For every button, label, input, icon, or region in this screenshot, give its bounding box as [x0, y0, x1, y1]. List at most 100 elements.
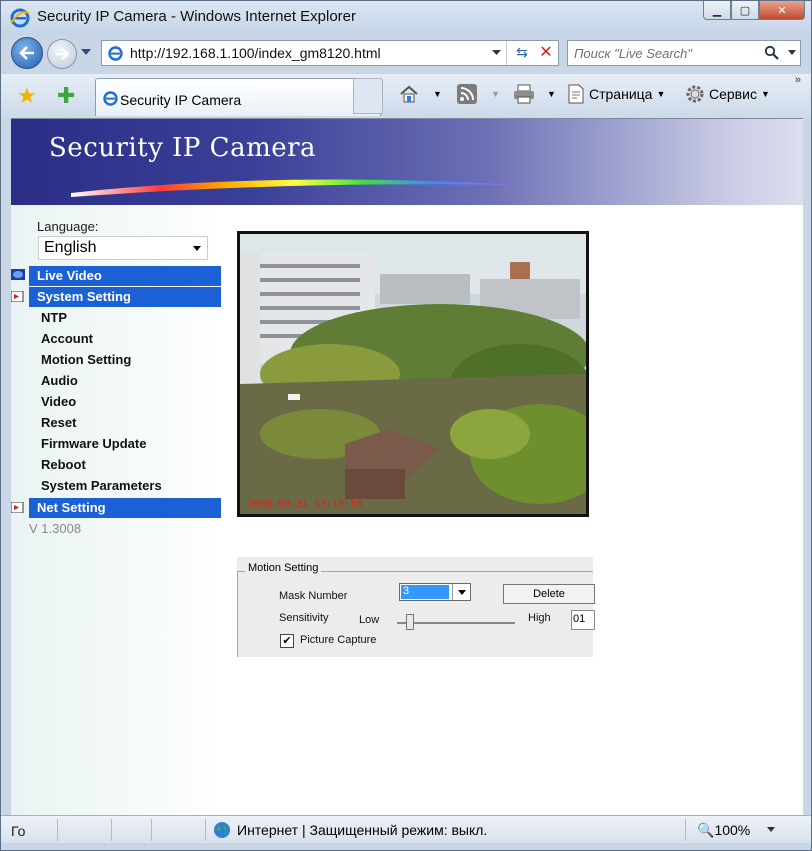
status-separator — [57, 819, 58, 841]
print-dropdown-icon[interactable]: ▼ — [547, 89, 556, 99]
search-box[interactable]: Поиск "Live Search" — [567, 40, 801, 66]
status-text: Го — [11, 823, 26, 839]
header-banner: Security IP Camera — [11, 119, 803, 205]
picture-capture-checkbox[interactable]: ✔ — [280, 634, 294, 648]
address-url[interactable]: http://192.168.1.100/index_gm8120.html — [130, 45, 381, 61]
submenu-reset[interactable]: Reset — [41, 415, 76, 430]
close-icon: ✕ — [777, 4, 787, 17]
rss-feed-icon — [457, 84, 477, 104]
submenu-motion-setting[interactable]: Motion Setting — [41, 352, 131, 367]
window-controls: ▁ ▢ ✕ — [703, 1, 805, 21]
tab-ie-icon — [103, 91, 118, 106]
gear-icon — [686, 85, 704, 103]
zoom-dropdown-icon[interactable] — [767, 827, 775, 832]
sensitivity-label: Sensitivity — [279, 612, 329, 624]
arrow-right-icon — [11, 291, 24, 302]
address-dropdown-icon[interactable] — [492, 50, 501, 55]
submenu-firmware-update[interactable]: Firmware Update — [41, 436, 146, 451]
live-camera-feed[interactable]: 2008-09-21 17:10:50 — [237, 231, 589, 517]
status-separator — [111, 819, 112, 841]
menu-live-video[interactable]: Live Video — [29, 266, 221, 286]
menu-net-setting[interactable]: Net Setting — [29, 498, 221, 518]
sidebar: Language: English Live Video System Sett… — [11, 205, 221, 816]
new-tab-button[interactable] — [353, 78, 383, 114]
firmware-version: V 1.3008 — [29, 521, 82, 536]
tools-dropdown-icon: ▼ — [760, 89, 770, 99]
forward-arrow-icon — [56, 48, 69, 60]
menu-system-setting[interactable]: System Setting — [29, 287, 221, 307]
search-placeholder[interactable]: Поиск "Live Search" — [574, 46, 692, 61]
banner-title: Security IP Camera — [49, 133, 317, 163]
sensitivity-low-label: Low — [359, 614, 380, 626]
browser-window: Security IP Camera - Windows Internet Ex… — [0, 0, 812, 851]
chevron-down-icon — [452, 584, 470, 600]
page-menu-label: Страница — [589, 86, 653, 102]
submenu-audio[interactable]: Audio — [41, 373, 78, 388]
language-value: English — [44, 239, 97, 256]
favorites-star-icon[interactable]: ★ — [17, 83, 37, 109]
home-icon — [400, 85, 418, 103]
motion-setting-legend: Motion Setting — [245, 562, 322, 574]
search-icon[interactable] — [764, 45, 780, 61]
recent-pages-dropdown-icon[interactable] — [81, 49, 91, 55]
globe-icon — [214, 822, 230, 838]
sensitivity-value-field[interactable]: 01 — [571, 610, 595, 630]
forward-button[interactable] — [47, 39, 77, 69]
checkmark-icon: ✔ — [282, 635, 292, 647]
back-button[interactable] — [11, 37, 43, 69]
minimize-button[interactable]: ▁ — [703, 1, 731, 20]
toolbar-overflow-chevron-icon[interactable]: » — [795, 74, 801, 86]
home-dropdown-icon[interactable]: ▼ — [433, 89, 442, 99]
sensitivity-slider-track[interactable] — [397, 622, 515, 624]
delete-mask-button[interactable]: Delete — [503, 584, 595, 604]
home-button[interactable]: ▼ — [399, 84, 442, 104]
video-camera-icon — [11, 269, 25, 280]
feeds-dropdown-icon[interactable]: ▼ — [491, 89, 500, 99]
picture-capture-label: Picture Capture — [300, 634, 377, 646]
mask-number-select[interactable]: 3 — [399, 583, 471, 601]
page-menu[interactable]: Страница ▼ — [567, 84, 665, 104]
page-viewport: Security IP Camera Language: English Liv… — [11, 118, 803, 816]
maximize-button[interactable]: ▢ — [731, 1, 759, 20]
title-bar: Security IP Camera - Windows Internet Ex… — [1, 1, 811, 35]
status-bar: Го Интернет | Защищенный режим: выкл. 🔍1… — [1, 815, 811, 843]
arrow-right-icon — [11, 502, 24, 513]
zoom-level[interactable]: 🔍100% — [697, 822, 750, 839]
zoom-value: 100% — [714, 822, 751, 838]
address-separator — [506, 41, 507, 65]
close-window-button[interactable]: ✕ — [759, 1, 805, 20]
page-dropdown-icon: ▼ — [656, 89, 666, 99]
address-bar[interactable]: http://192.168.1.100/index_gm8120.html ⇆… — [101, 40, 559, 66]
submenu-system-parameters[interactable]: System Parameters — [41, 478, 162, 493]
maximize-icon: ▢ — [739, 4, 751, 17]
submenu-reboot[interactable]: Reboot — [41, 457, 86, 472]
add-favorites-icon[interactable]: ✚ — [57, 83, 75, 109]
chevron-down-icon — [193, 246, 201, 251]
search-dropdown-icon[interactable] — [788, 50, 796, 55]
submenu-ntp[interactable]: NTP — [41, 310, 67, 325]
sensitivity-high-label: High — [528, 612, 551, 624]
camera-scene-image — [240, 234, 586, 514]
rainbow-swoosh-logo — [71, 179, 521, 197]
print-button[interactable]: ▼ — [513, 84, 556, 104]
printer-icon — [514, 84, 534, 104]
submenu-video[interactable]: Video — [41, 394, 76, 409]
camera-timestamp: 2008-09-21 17:10:50 — [248, 499, 363, 510]
submenu-account[interactable]: Account — [41, 331, 93, 346]
sensitivity-slider-thumb[interactable] — [406, 614, 414, 630]
back-arrow-icon — [19, 46, 34, 60]
feeds-button[interactable]: ▼ — [457, 84, 500, 104]
status-separator — [685, 819, 686, 841]
motion-setting-panel: Motion Setting Mask Number 3 Delete Sens… — [237, 557, 595, 657]
stop-icon[interactable]: ✕ — [536, 42, 556, 62]
status-separator — [151, 819, 152, 841]
tools-menu[interactable]: Сервис ▼ — [685, 84, 770, 104]
security-zone-text: Интернет | Защищенный режим: выкл. — [237, 822, 488, 838]
language-label: Language: — [37, 219, 99, 234]
tab-security-ip-camera[interactable]: Security IP Camera — [95, 78, 381, 116]
ie-app-icon — [10, 8, 30, 28]
refresh-icon[interactable]: ⇆ — [512, 44, 532, 62]
language-select[interactable]: English — [38, 236, 208, 260]
minimize-icon: ▁ — [712, 4, 722, 17]
window-title: Security IP Camera - Windows Internet Ex… — [37, 8, 357, 25]
